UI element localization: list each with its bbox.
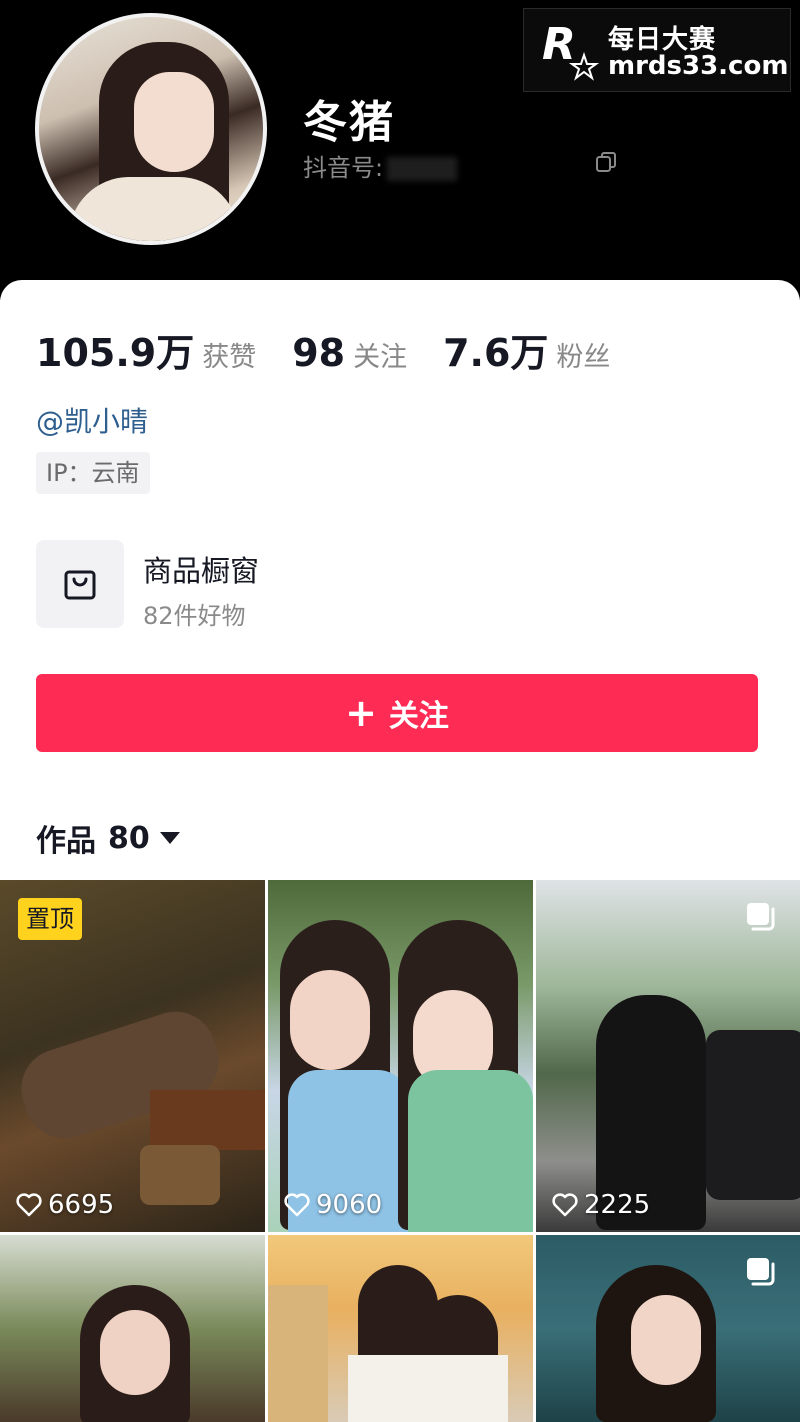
ip-location-tag: IP：云南: [36, 452, 150, 494]
bio-mention-link[interactable]: @凯小晴: [36, 400, 148, 440]
stats-row: 105.9万 获赞 98 关注 7.6万 粉丝: [36, 322, 646, 375]
tile-likes: 2225: [552, 1190, 650, 1220]
watermark: R 每日大赛 mrds33.com: [523, 8, 791, 92]
works-count: 80: [108, 820, 150, 856]
tile-shelf: [268, 1285, 328, 1422]
tile-likes: 9060: [284, 1190, 382, 1220]
svg-text:R: R: [542, 19, 576, 70]
profile-nickname: 冬猪: [303, 97, 395, 148]
stat-likes-value: 105.9万: [36, 331, 195, 375]
stat-following[interactable]: 98 关注: [292, 331, 407, 375]
works-tab[interactable]: 作品 80: [36, 816, 180, 860]
tile-likes-count: 2225: [584, 1190, 651, 1220]
tile-dress-right: [408, 1070, 533, 1232]
watermark-logo-icon: R: [542, 19, 600, 81]
video-grid: 置顶 6695 9060 2225: [0, 880, 800, 1422]
stat-followers-label: 粉丝: [556, 342, 611, 373]
stat-followers-value: 7.6万: [443, 331, 549, 375]
heart-icon: [552, 1193, 578, 1217]
stat-followers[interactable]: 7.6万 粉丝: [443, 322, 610, 377]
caret-down-icon: [159, 832, 180, 844]
avatar-face: [134, 72, 214, 172]
follow-button-label: 关注: [388, 699, 449, 734]
avatar-body: [69, 177, 239, 241]
shop-window-entry[interactable]: [36, 540, 124, 628]
stat-following-label: 关注: [353, 342, 408, 373]
multi-image-icon: [747, 903, 775, 931]
tile-bench: [150, 1090, 265, 1150]
douyin-id-label: 抖音号:: [303, 154, 384, 182]
video-tile[interactable]: [536, 1235, 800, 1422]
shop-window-subtitle: 82件好物: [143, 602, 246, 630]
stat-likes-label: 获赞: [202, 342, 257, 373]
video-tile[interactable]: 9060: [268, 880, 533, 1232]
video-tile[interactable]: [0, 1235, 265, 1422]
heart-icon: [284, 1193, 310, 1217]
follow-button[interactable]: + 关注: [36, 674, 758, 752]
video-tile[interactable]: 置顶 6695: [0, 880, 265, 1232]
profile-header: 冬猪 抖音号: R 每日大赛 mrds33.com: [0, 0, 800, 300]
works-tab-label: 作品: [36, 824, 96, 859]
tile-likes-count: 9060: [316, 1190, 383, 1220]
avatar[interactable]: [35, 13, 267, 245]
tile-face: [100, 1310, 170, 1395]
tile-face: [631, 1295, 701, 1385]
video-tile[interactable]: [268, 1235, 533, 1422]
tile-car: [706, 1030, 800, 1200]
plus-icon: +: [345, 691, 377, 735]
watermark-url: mrds33.com: [608, 51, 789, 81]
pinned-badge: 置顶: [18, 898, 82, 940]
profile-page: 冬猪 抖音号: R 每日大赛 mrds33.com 105.9万 获赞 98 关…: [0, 0, 800, 1422]
video-tile[interactable]: 2225: [536, 880, 800, 1232]
shopping-bag-icon: [64, 570, 96, 600]
tile-likes-count: 6695: [48, 1190, 115, 1220]
tile-shirts: [348, 1355, 508, 1422]
shop-window-title[interactable]: 商品橱窗: [143, 548, 259, 590]
tile-face-left: [290, 970, 370, 1070]
stat-following-value: 98: [292, 331, 346, 375]
copy-icon[interactable]: [594, 150, 618, 174]
heart-icon: [16, 1193, 42, 1217]
tile-likes: 6695: [16, 1190, 114, 1220]
douyin-id: 抖音号:: [303, 148, 458, 183]
stat-likes[interactable]: 105.9万 获赞: [36, 322, 256, 377]
douyin-id-redacted: [387, 157, 458, 181]
tile-bag: [140, 1145, 220, 1205]
multi-image-icon: [747, 1258, 775, 1286]
